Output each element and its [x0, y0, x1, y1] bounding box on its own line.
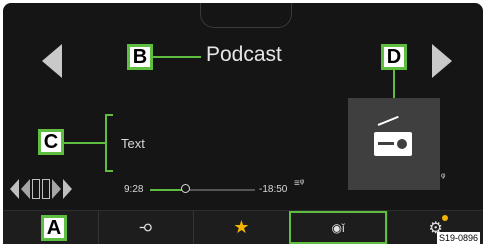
fast-forward-icon[interactable]: [52, 179, 61, 199]
tab-search[interactable]: ⚲: [97, 211, 194, 244]
next-arrow-icon[interactable]: [432, 44, 452, 78]
gear-badge: [441, 214, 448, 221]
callout-d: D: [381, 44, 407, 70]
search-icon: ⚲: [138, 222, 155, 233]
podcast-antenna-icon: ᵠ: [441, 172, 446, 183]
rewind-icon[interactable]: [21, 179, 30, 199]
callout-b-leader: [153, 56, 201, 58]
station-tile[interactable]: [348, 98, 440, 190]
transport-controls: [10, 177, 72, 201]
radio-icon-bar: [378, 142, 394, 145]
bottom-bar: ☰ ⚲ ★ ◉ǐ ⚙: [3, 210, 483, 244]
antenna-icon: ◉ǐ: [331, 220, 345, 235]
progress-slider[interactable]: [150, 184, 255, 193]
previous-arrow-icon[interactable]: [42, 44, 62, 78]
progress-fill: [150, 189, 185, 191]
top-notch: [200, 3, 292, 28]
radio-icon: [374, 132, 412, 156]
progress-knob[interactable]: [180, 184, 190, 193]
page-title: Podcast: [206, 43, 282, 66]
tab-sources[interactable]: ◉ǐ: [288, 211, 388, 244]
radio-icon-speaker: [397, 139, 407, 149]
callout-b: B: [127, 44, 153, 70]
pause-bar-right-icon[interactable]: [42, 179, 50, 199]
callout-a: A: [41, 215, 67, 241]
episode-text: Text: [121, 136, 145, 151]
elapsed-time: 9:28: [124, 184, 144, 195]
skip-back-icon[interactable]: [10, 179, 19, 199]
playlist-icon[interactable]: ≡ᵠ: [294, 178, 304, 189]
remaining-time: -18:50: [259, 184, 288, 195]
skip-forward-icon[interactable]: [63, 179, 72, 199]
tab-favorites[interactable]: ★: [193, 211, 289, 244]
callout-c-bracket: [105, 114, 113, 172]
pause-bar-left-icon[interactable]: [32, 179, 40, 199]
figure-id: S19-0896: [437, 232, 481, 244]
callout-c: C: [38, 129, 64, 155]
star-icon: ★: [233, 217, 250, 237]
callout-c-leader: [64, 142, 107, 144]
